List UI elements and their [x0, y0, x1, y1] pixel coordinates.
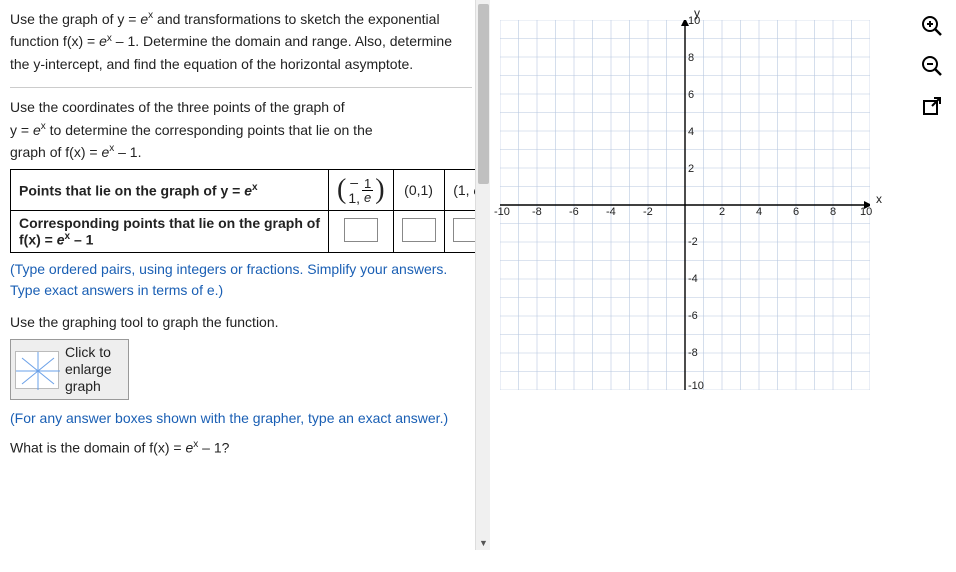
domain-question: What is the domain of f(x) = ex – 1?	[10, 439, 472, 456]
format-hint: (Type ordered pairs, using integers or f…	[10, 259, 472, 301]
zoom-in-icon	[921, 15, 943, 37]
answer-input-2[interactable]	[402, 218, 436, 242]
row2-header: Corresponding points that lie on the gra…	[11, 211, 329, 253]
xtick: -4	[606, 206, 616, 218]
enlarge-graph-button[interactable]: Click to enlarge graph	[10, 339, 129, 399]
popout-icon	[922, 96, 942, 116]
zoom-in-button[interactable]	[918, 12, 946, 40]
enlarge-graph-label: Click to enlarge graph	[65, 344, 112, 394]
points-table: Points that lie on the graph of y = ex (…	[10, 169, 480, 253]
ytick: -8	[688, 347, 698, 359]
scroll-down-icon[interactable]: ▼	[476, 535, 491, 550]
ytick: 8	[688, 52, 694, 64]
grapher-note: (For any answer boxes shown with the gra…	[10, 408, 472, 429]
xtick: -8	[532, 206, 542, 218]
ytick: 10	[688, 15, 700, 27]
problem-intro: Use the graph of y = ex and transformati…	[10, 8, 472, 83]
scrollbar[interactable]: ▲ ▼	[475, 0, 490, 550]
ytick: 4	[688, 126, 694, 138]
ytick: 2	[688, 163, 694, 175]
x-axis-label: x	[876, 192, 882, 206]
ytick: -10	[688, 380, 704, 392]
xtick: 2	[719, 206, 725, 218]
xtick: -6	[569, 206, 579, 218]
divider	[10, 87, 472, 88]
scrollbar-thumb[interactable]	[478, 4, 489, 184]
xtick: -10	[494, 206, 510, 218]
ytick: -4	[688, 273, 698, 285]
ytick: -6	[688, 310, 698, 322]
xtick: 4	[756, 206, 762, 218]
xtick: -2	[643, 206, 653, 218]
row1-header: Points that lie on the graph of y = ex	[11, 170, 329, 211]
point-1: ( – 1, 1e )	[329, 170, 394, 211]
ytick: -2	[688, 236, 698, 248]
zoom-out-button[interactable]	[918, 52, 946, 80]
xtick: 6	[793, 206, 799, 218]
coordinate-plane[interactable]: y x -10 -8 -6 -4 -2 2 4 6 8 10 10 8 6 4 …	[500, 20, 870, 390]
answer-input-1[interactable]	[344, 218, 378, 242]
popout-button[interactable]	[918, 92, 946, 120]
point-2: (0,1)	[393, 170, 444, 211]
instruction-text: Use the coordinates of the three points …	[10, 96, 472, 163]
graph-thumbnail-icon	[15, 351, 59, 389]
xtick: 10	[860, 206, 872, 218]
xtick: 8	[830, 206, 836, 218]
use-tool-text: Use the graphing tool to graph the funct…	[10, 311, 472, 333]
ytick: 6	[688, 89, 694, 101]
zoom-out-icon	[921, 55, 943, 77]
